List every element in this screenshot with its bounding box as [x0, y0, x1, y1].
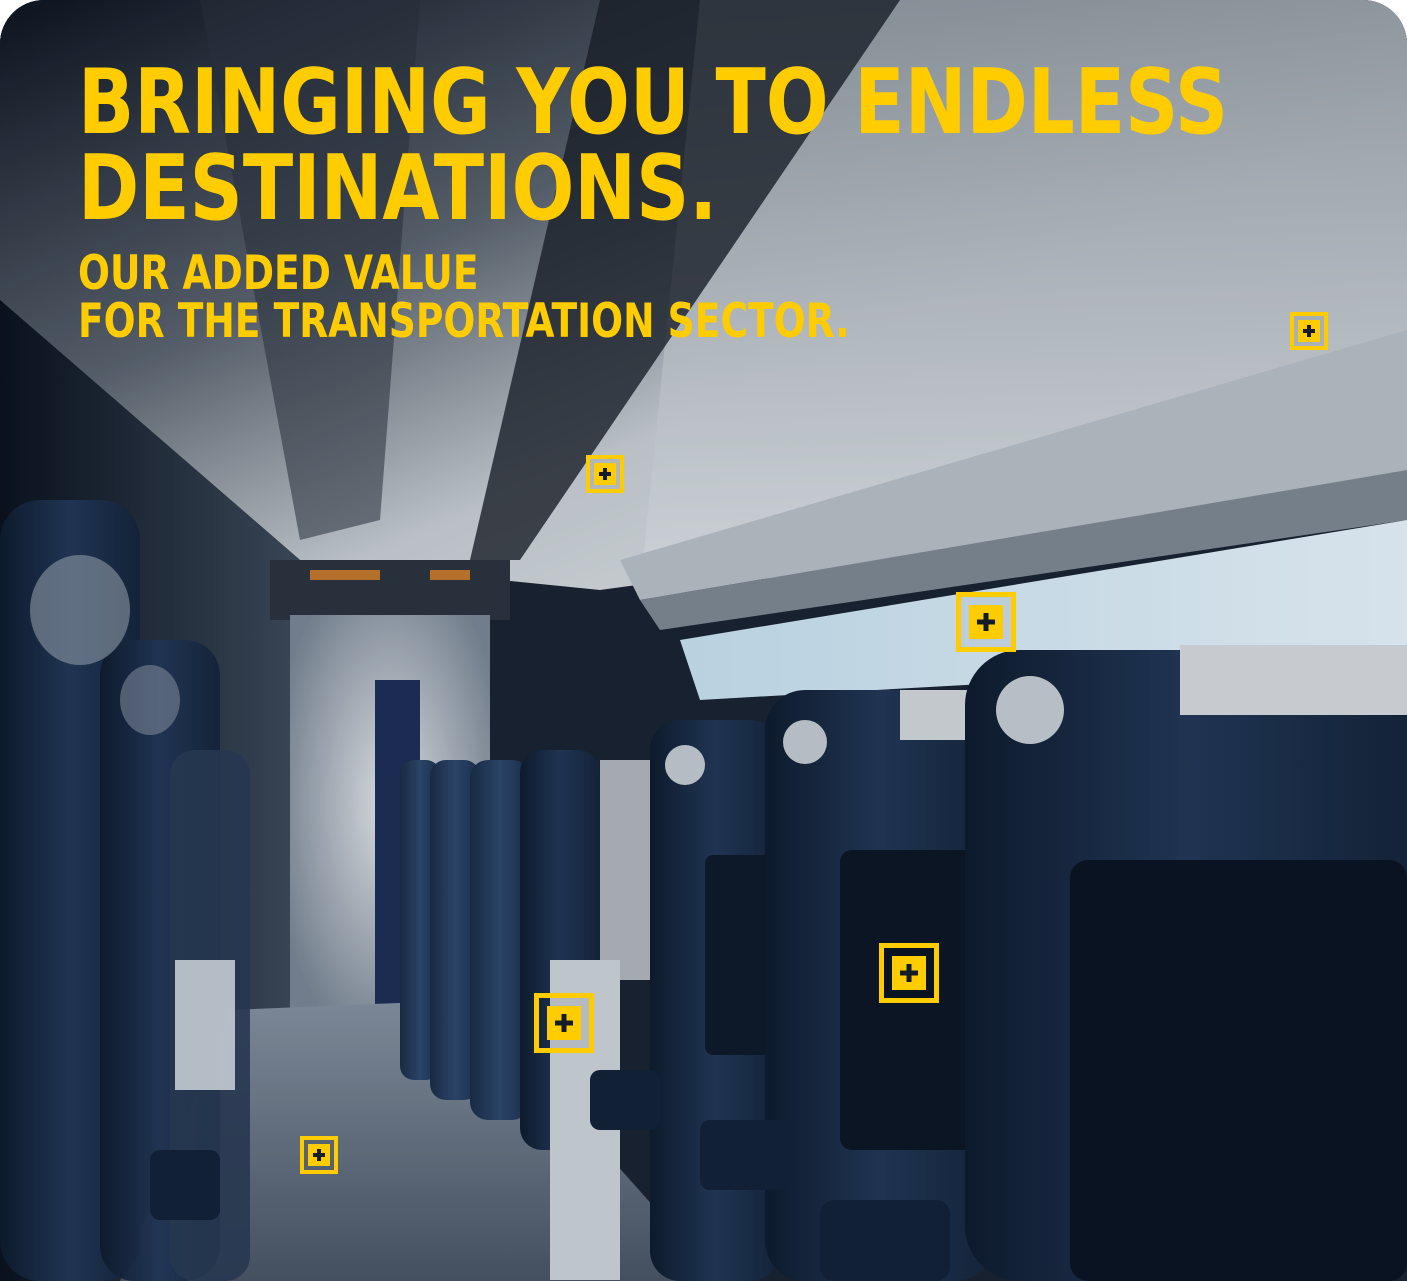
hotspot-ceiling-center[interactable] — [586, 455, 624, 493]
plus-icon — [308, 1144, 330, 1166]
plus-icon — [594, 463, 616, 485]
plus-icon — [969, 605, 1003, 639]
hotspot-seat-back[interactable] — [879, 943, 939, 1003]
plus-icon — [547, 1006, 581, 1040]
hotspot-top-right[interactable] — [1290, 312, 1328, 350]
hotspot-aisle-floor[interactable] — [300, 1136, 338, 1174]
plus-icon — [1298, 320, 1320, 342]
page: BRINGING YOU TO ENDLESS DESTINATIONS. OU… — [0, 0, 1407, 1281]
hotspot-armrest[interactable] — [534, 993, 594, 1053]
train-cabin-background — [0, 0, 1407, 1281]
hotspot-luggage-rack[interactable] — [956, 592, 1016, 652]
plus-icon — [892, 956, 926, 990]
